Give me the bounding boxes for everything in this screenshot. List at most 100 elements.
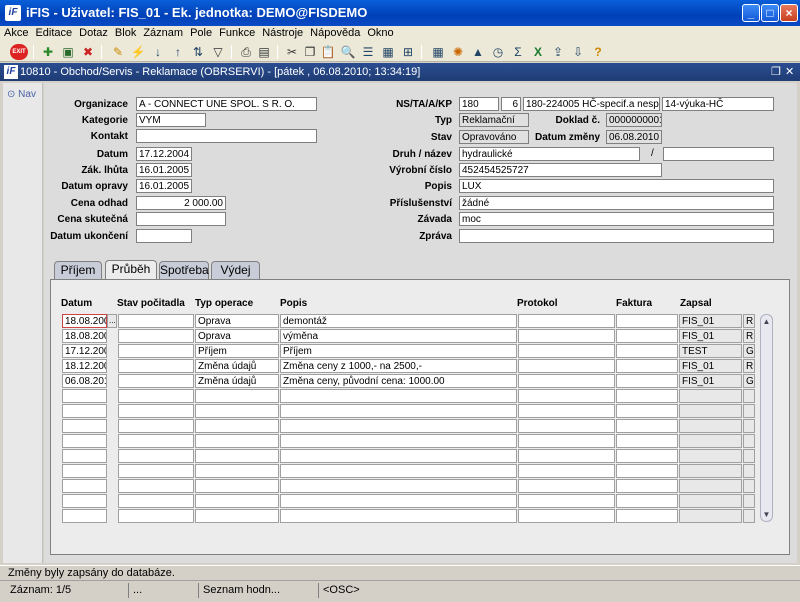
ns-field[interactable]: 180 <box>459 97 499 111</box>
vyrobni-field[interactable]: 452454525727 <box>459 163 662 177</box>
cell-flag[interactable] <box>743 464 755 478</box>
clock-icon[interactable]: ◷ <box>490 44 506 60</box>
close-button[interactable]: × <box>780 4 798 22</box>
cell-stav-pocitadla[interactable] <box>118 419 194 433</box>
cell-stav-pocitadla[interactable] <box>118 464 194 478</box>
cell-typ-operace[interactable]: Změna údajů <box>195 359 279 373</box>
cell-typ-operace[interactable]: Oprava <box>195 329 279 343</box>
cell-popis[interactable] <box>280 509 517 523</box>
cell-flag[interactable]: G <box>743 374 755 388</box>
cell-stav-pocitadla[interactable] <box>118 329 194 343</box>
cell-stav-pocitadla[interactable] <box>118 314 194 328</box>
export-icon[interactable]: ⇪ <box>550 44 566 60</box>
sum-icon[interactable]: Σ <box>510 44 526 60</box>
cell-typ-operace[interactable] <box>195 509 279 523</box>
datum-zmeny-field[interactable]: 06.08.2010 <box>606 130 662 144</box>
cell-protokol[interactable] <box>518 404 615 418</box>
copy-icon[interactable]: ❐ <box>302 44 318 60</box>
cell-datum[interactable]: 18.08.2004 <box>62 329 107 343</box>
cell-typ-operace[interactable]: Oprava <box>195 314 279 328</box>
cell-zapsal[interactable] <box>679 464 742 478</box>
tab-vydej[interactable]: Výdej <box>211 261 260 279</box>
new-record-icon[interactable]: ✚ <box>40 44 56 60</box>
cell-flag[interactable] <box>743 494 755 508</box>
cell-datum[interactable] <box>62 404 107 418</box>
sort-desc-icon[interactable]: ↑ <box>170 44 186 60</box>
cell-zapsal[interactable] <box>679 419 742 433</box>
calculator-icon[interactable]: ▦ <box>430 44 446 60</box>
menu-editace[interactable]: Editace <box>31 26 75 39</box>
excel-icon[interactable]: X <box>530 44 546 60</box>
cell-typ-operace[interactable] <box>195 419 279 433</box>
cell-stav-pocitadla[interactable] <box>118 449 194 463</box>
cell-datum[interactable] <box>62 449 107 463</box>
cell-popis[interactable] <box>280 389 517 403</box>
tab-spotreba[interactable]: Spotřeba <box>159 261 209 279</box>
prislusenstvi-field[interactable]: žádné <box>459 196 774 210</box>
settings-icon[interactable]: ✺ <box>450 44 466 60</box>
cell-faktura[interactable] <box>616 314 678 328</box>
cell-faktura[interactable] <box>616 404 678 418</box>
cell-zapsal[interactable] <box>679 389 742 403</box>
menu-akce[interactable]: Akce <box>0 26 31 39</box>
stav-field[interactable]: Opravováno <box>459 130 529 144</box>
grid-icon[interactable]: ▦ <box>380 44 396 60</box>
cell-flag[interactable]: G <box>743 344 755 358</box>
help-icon[interactable]: ? <box>590 44 606 60</box>
scroll-up-icon[interactable]: ▲ <box>761 316 772 327</box>
cell-protokol[interactable] <box>518 509 615 523</box>
cell-protokol[interactable] <box>518 389 615 403</box>
cell-flag[interactable]: R <box>743 314 755 328</box>
cell-faktura[interactable] <box>616 434 678 448</box>
cell-popis[interactable] <box>280 434 517 448</box>
import-icon[interactable]: ⇩ <box>570 44 586 60</box>
cell-stav-pocitadla[interactable] <box>118 389 194 403</box>
cell-protokol[interactable] <box>518 359 615 373</box>
druh-field[interactable]: hydraulické <box>459 147 640 161</box>
cell-faktura[interactable] <box>616 329 678 343</box>
cell-zapsal[interactable] <box>679 509 742 523</box>
zavada-field[interactable]: moc <box>459 212 774 226</box>
cena-odhad-field[interactable]: 2 000.00 <box>136 196 226 210</box>
query-execute-icon[interactable]: ⚡ <box>130 44 146 60</box>
cell-stav-pocitadla[interactable] <box>118 374 194 388</box>
exit-icon[interactable]: EXIT <box>10 44 28 60</box>
cell-zapsal[interactable] <box>679 434 742 448</box>
cell-flag[interactable]: R <box>743 359 755 373</box>
cell-datum[interactable]: 17.12.2004 <box>62 344 107 358</box>
datum-field[interactable]: 17.12.2004 <box>136 147 192 161</box>
cell-protokol[interactable] <box>518 419 615 433</box>
find-icon[interactable]: 🔍 <box>340 44 356 60</box>
cell-faktura[interactable] <box>616 374 678 388</box>
cell-datum[interactable] <box>62 479 107 493</box>
cell-popis[interactable] <box>280 404 517 418</box>
cell-datum[interactable]: 06.08.2010 <box>62 374 107 388</box>
cell-datum[interactable] <box>62 434 107 448</box>
cell-faktura[interactable] <box>616 479 678 493</box>
kp-field[interactable]: 14-výuka-HČ <box>662 97 774 111</box>
cell-stav-pocitadla[interactable] <box>118 404 194 418</box>
cell-popis[interactable] <box>280 464 517 478</box>
cell-popis[interactable]: Změna ceny, původní cena: 1000.00 <box>280 374 517 388</box>
print-icon[interactable]: ⎙ <box>238 44 254 60</box>
cell-typ-operace[interactable] <box>195 449 279 463</box>
cell-typ-operace[interactable] <box>195 479 279 493</box>
doklad-field[interactable]: 0000000001 <box>606 113 662 127</box>
cell-datum[interactable] <box>62 494 107 508</box>
form-close-icon[interactable]: ✕ <box>785 65 794 78</box>
cena-skutecna-field[interactable] <box>136 212 226 226</box>
zoom-icon[interactable]: ⊞ <box>400 44 416 60</box>
cell-popis[interactable]: výměna <box>280 329 517 343</box>
tab-prubeh[interactable]: Průběh <box>105 260 157 279</box>
cell-datum[interactable] <box>62 389 107 403</box>
cell-popis[interactable] <box>280 494 517 508</box>
cell-stav-pocitadla[interactable] <box>118 509 194 523</box>
cell-faktura[interactable] <box>616 509 678 523</box>
cell-protokol[interactable] <box>518 344 615 358</box>
cell-flag[interactable] <box>743 479 755 493</box>
delete-record-icon[interactable]: ✖ <box>80 44 96 60</box>
zak-lhuta-field[interactable]: 16.01.2005 <box>136 163 192 177</box>
menu-dotaz[interactable]: Dotaz <box>75 26 111 39</box>
cell-zapsal[interactable]: FIS_01 <box>679 359 742 373</box>
cell-protokol[interactable] <box>518 494 615 508</box>
